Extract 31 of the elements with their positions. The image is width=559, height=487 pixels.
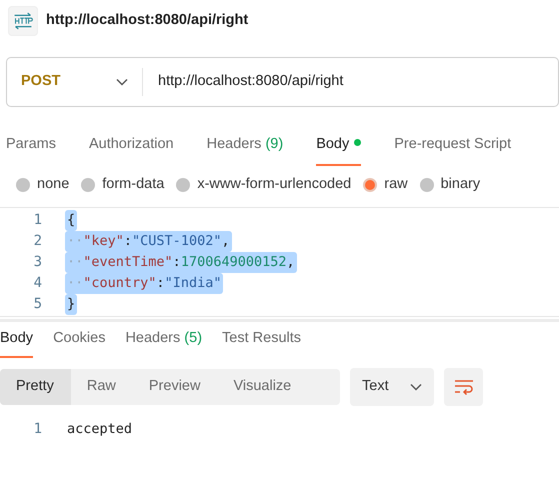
http-request-icon xyxy=(8,6,38,36)
body-type-radio[interactable]: x-www-form-urlencoded xyxy=(176,174,352,196)
body-type-radio[interactable]: binary xyxy=(420,174,480,196)
body-type-radio[interactable]: form-data xyxy=(81,174,164,196)
view-mode-tab[interactable]: Pretty xyxy=(0,369,71,405)
line-number: 1 xyxy=(32,211,42,230)
response-line: accepted xyxy=(66,420,134,440)
line-number: 5 xyxy=(32,295,42,314)
view-mode-tab[interactable]: Visualize xyxy=(217,369,308,405)
wrap-lines-icon xyxy=(454,379,474,395)
line-number: 2 xyxy=(32,232,42,251)
response-tab[interactable]: Test Results xyxy=(222,320,302,358)
line-number: 3 xyxy=(32,253,42,272)
response-tab[interactable]: Headers (5) xyxy=(125,320,202,358)
view-mode-tab[interactable]: Preview xyxy=(132,369,218,405)
view-mode-tab[interactable]: Raw xyxy=(70,369,133,405)
wrap-lines-button[interactable] xyxy=(444,368,483,406)
request-tab[interactable]: Pre-request Script xyxy=(394,124,512,166)
response-tab[interactable]: Body xyxy=(0,320,34,358)
body-type-radio[interactable]: none xyxy=(16,174,70,196)
caret-icon xyxy=(410,383,422,391)
request-tab[interactable]: Headers (9) xyxy=(206,124,284,166)
request-tab[interactable]: Body xyxy=(316,124,362,166)
request-title: http://localhost:8080/api/right xyxy=(46,11,248,30)
request-tab[interactable]: Authorization xyxy=(88,124,174,166)
line-number: 1 xyxy=(32,420,42,439)
body-type-radio[interactable]: raw xyxy=(363,174,408,196)
response-tab[interactable]: Cookies xyxy=(53,320,106,358)
line-number: 4 xyxy=(32,274,42,293)
request-tab[interactable]: Params xyxy=(6,124,56,166)
format-dropdown[interactable]: Text xyxy=(350,368,434,406)
